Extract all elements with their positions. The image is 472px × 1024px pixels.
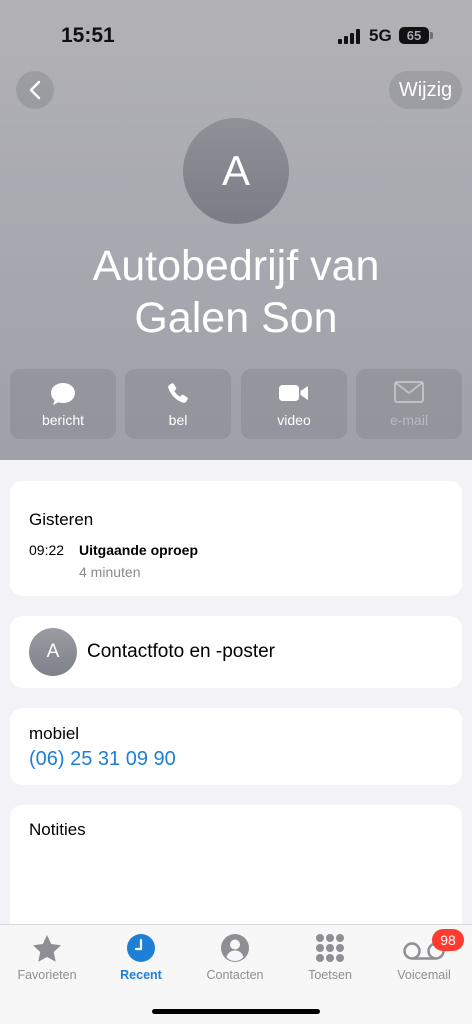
phone-icon: [168, 383, 188, 403]
call-button-label: bel: [168, 412, 188, 428]
phone-number-link[interactable]: (06) 25 31 09 90: [29, 748, 176, 771]
video-camera-icon: [279, 385, 308, 401]
message-bubble-icon: [51, 383, 75, 405]
keypad-icon: [316, 934, 344, 962]
video-button[interactable]: video: [241, 369, 347, 439]
contact-name: Autobedrijf van Galen Son: [0, 240, 472, 344]
tab-keypad[interactable]: Toetsen: [283, 925, 377, 989]
tab-favorites[interactable]: Favorieten: [0, 925, 94, 989]
contact-name-line-1: Autobedrijf van: [92, 242, 380, 290]
phone-type-label: mobiel: [29, 724, 80, 743]
battery-tip: [430, 32, 433, 39]
notes-card[interactable]: Notities: [10, 805, 462, 925]
network-type: 5G: [369, 26, 392, 45]
call-button[interactable]: bel: [125, 369, 231, 439]
cellular-signal-icon: [338, 28, 362, 44]
tab-keypad-label: Toetsen: [308, 968, 352, 982]
tab-contacts-label: Contacten: [206, 968, 264, 982]
recent-calls-card: Gisteren 09:22 Uitgaande oproep 4 minute…: [10, 481, 462, 596]
contact-avatar: A: [183, 118, 289, 224]
status-time: 15:51: [61, 24, 115, 47]
recent-call-duration: 4 minuten: [79, 564, 141, 580]
voicemail-badge: 98: [432, 929, 464, 951]
tab-recent[interactable]: Recent: [94, 925, 188, 989]
video-button-label: video: [277, 412, 311, 428]
poster-label: Contactfoto en -poster: [87, 641, 275, 662]
phone-number-card[interactable]: mobiel (06) 25 31 09 90: [10, 708, 462, 785]
contact-poster-row[interactable]: A Contactfoto en -poster: [10, 616, 462, 688]
recent-call-time: 09:22: [29, 542, 65, 558]
message-button-label: bericht: [41, 412, 85, 428]
contact-header: 15:51 5G 65 Wijzig A Autobedrijf van Gal…: [0, 0, 472, 460]
message-button[interactable]: bericht: [10, 369, 116, 439]
poster-avatar: A: [29, 628, 77, 676]
person-icon: [221, 934, 249, 962]
status-bar: 15:51 5G 65: [0, 0, 472, 60]
tab-contacts[interactable]: Contacten: [188, 925, 282, 989]
recent-call-type: Uitgaande oproep: [79, 542, 199, 558]
tab-recent-label: Recent: [120, 968, 162, 982]
notes-label: Notities: [29, 820, 86, 839]
chevron-left-icon: [29, 80, 41, 100]
tab-favorites-label: Favorieten: [17, 968, 77, 982]
contact-name-line-2: Galen Son: [134, 294, 338, 342]
quick-actions: bericht bel video e-mail: [10, 369, 462, 439]
edit-button[interactable]: Wijzig: [389, 71, 462, 109]
clock-icon: [127, 934, 155, 962]
tab-voicemail-label: Voicemail: [397, 968, 451, 982]
back-button[interactable]: [16, 71, 54, 109]
battery-icon: 65: [399, 27, 429, 44]
email-button-label: e-mail: [389, 412, 429, 428]
email-button: e-mail: [356, 369, 462, 439]
home-indicator[interactable]: [152, 1009, 320, 1014]
recent-day: Gisteren: [29, 510, 94, 529]
mail-icon: [394, 381, 424, 403]
star-icon: [33, 935, 61, 962]
